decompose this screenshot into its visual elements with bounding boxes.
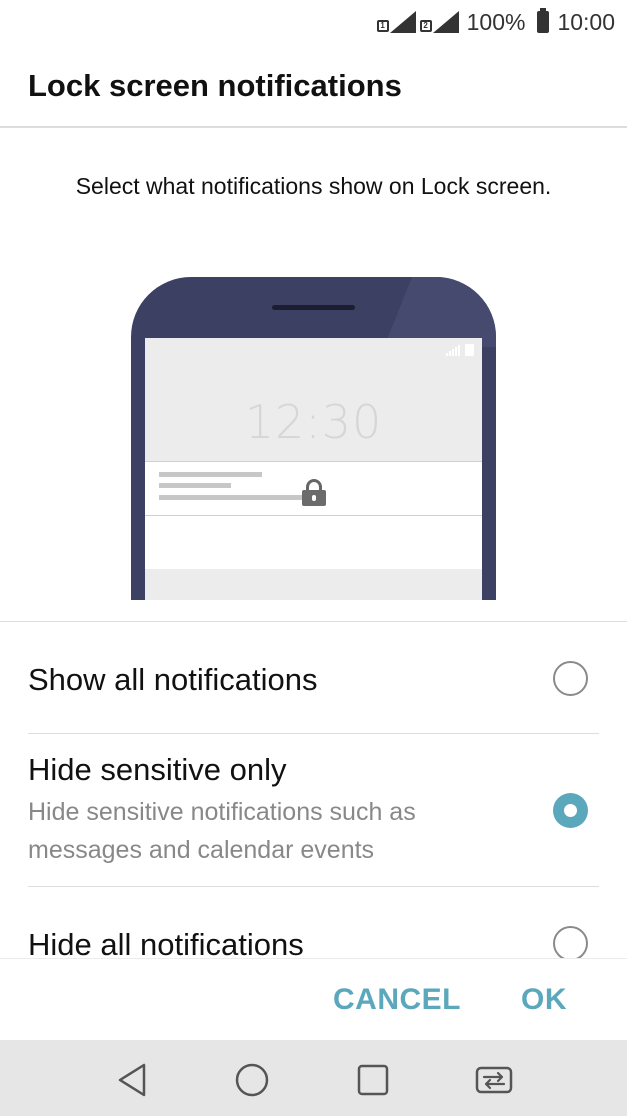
page-title: Lock screen notifications: [28, 68, 402, 103]
sim2-signal-icon: 2: [419, 11, 459, 33]
lock-icon: [300, 479, 328, 506]
status-bar: 1 2 100% 10:00: [0, 0, 627, 44]
lock-screen-preview-illustration: 12:30: [131, 277, 496, 600]
option-sublabel: Hide sensitive notifications such as mes…: [28, 798, 416, 864]
navigation-bar: [0, 1040, 627, 1116]
phone-screen: 12:30: [145, 338, 482, 600]
radio-show-all[interactable]: [553, 661, 588, 696]
option-hide-sensitive[interactable]: Hide sensitive only Hide sensitive notif…: [0, 734, 627, 886]
title-bar: Lock screen notifications: [0, 44, 627, 128]
cancel-button[interactable]: CANCEL: [333, 983, 461, 1017]
preview-line: [159, 483, 231, 488]
option-label: Hide all notifications: [28, 927, 304, 958]
home-icon[interactable]: [232, 1060, 272, 1100]
radio-hide-all[interactable]: [553, 926, 588, 958]
status-time: 10:00: [557, 8, 615, 35]
preview-line: [159, 472, 262, 477]
preview-notification-card: [145, 461, 482, 515]
option-label: Show all notifications: [28, 662, 318, 697]
phone-shine: [384, 277, 496, 347]
preview-battery-icon: [465, 344, 474, 356]
preview-notification-card-empty: [145, 515, 482, 569]
ok-button[interactable]: OK: [521, 983, 567, 1017]
sim1-signal-icon: 1: [376, 11, 416, 33]
preview-signal-icon: [446, 345, 462, 356]
battery-icon: [537, 8, 550, 33]
sim2-badge: 2: [419, 20, 432, 32]
back-icon[interactable]: [113, 1060, 153, 1100]
preview-status-icons: [446, 344, 474, 356]
phone-speaker: [272, 305, 355, 310]
preview-line: [159, 495, 305, 500]
sim1-badge: 1: [376, 20, 389, 32]
option-hide-all[interactable]: Hide all notifications: [0, 887, 627, 958]
options-scroll-area[interactable]: Select what notifications show on Lock s…: [0, 128, 627, 958]
recents-icon[interactable]: [353, 1060, 393, 1100]
dialog-button-bar: CANCEL OK: [0, 958, 627, 1040]
battery-percent: 100%: [466, 8, 526, 35]
radio-hide-sensitive[interactable]: [553, 793, 588, 828]
dual-window-icon[interactable]: [474, 1060, 514, 1100]
option-show-all[interactable]: Show all notifications: [0, 622, 627, 733]
description-text: Select what notifications show on Lock s…: [75, 173, 552, 199]
option-label: Hide sensitive only: [28, 752, 287, 787]
preview-clock: 12:30: [244, 395, 383, 449]
